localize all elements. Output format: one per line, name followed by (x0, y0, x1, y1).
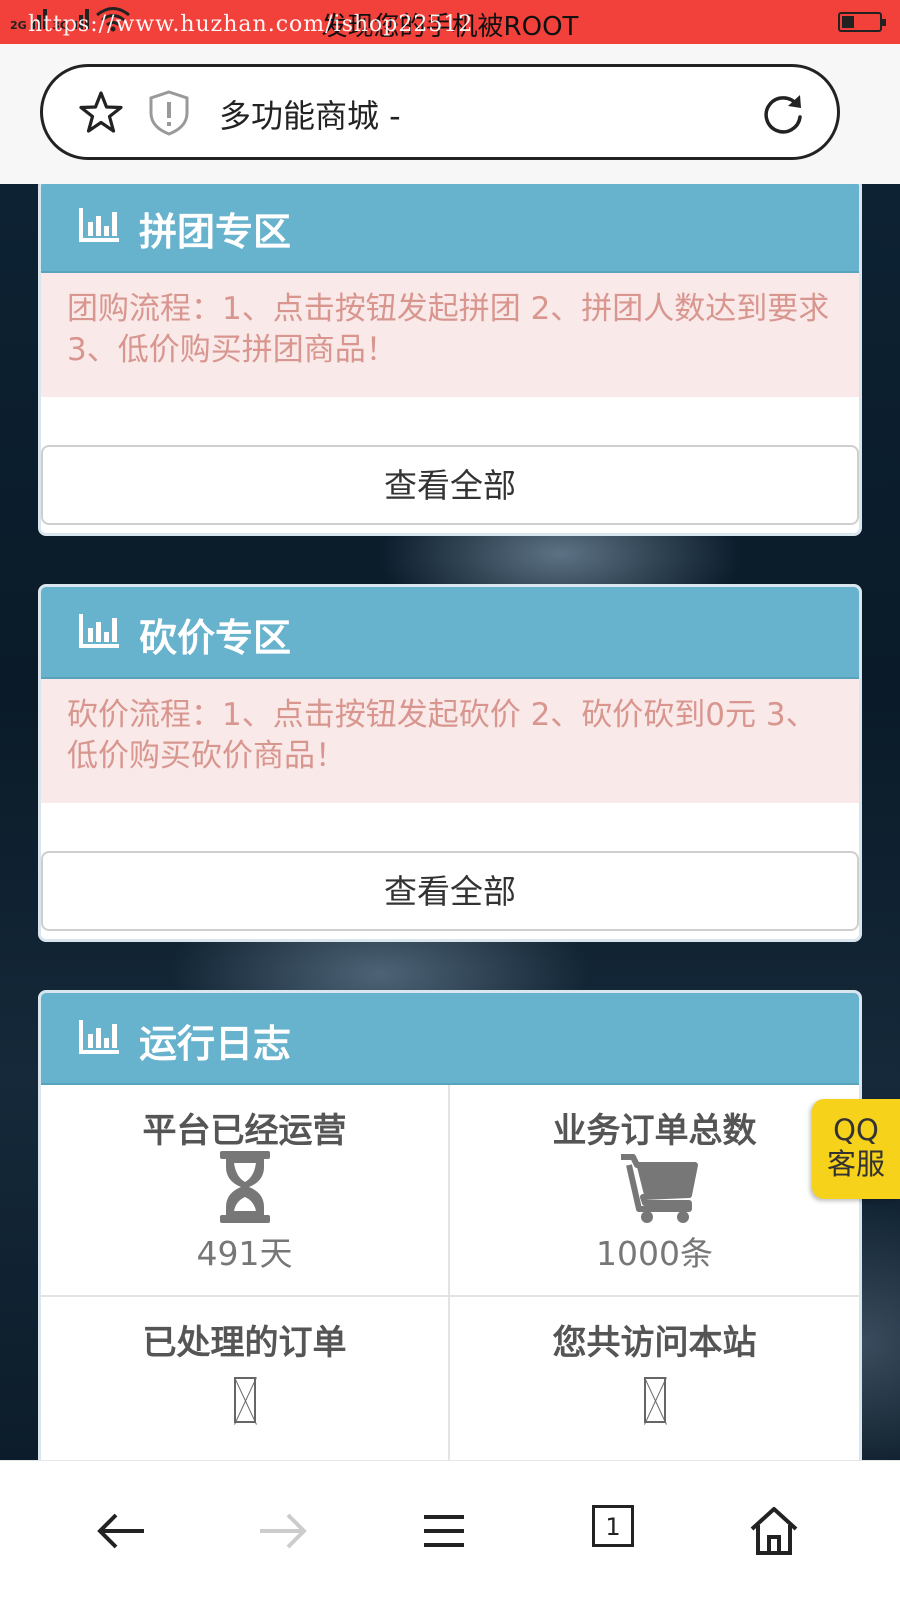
stat-value: 1000条 (596, 1234, 713, 1273)
stat-value: 491天 (196, 1234, 293, 1273)
group-buy-panel: 拼团专区 团购流程：1、点击按钮发起拼团 2、拼团人数达到要求 3、低价购买拼团… (38, 184, 862, 536)
group-buy-notice: 团购流程：1、点击按钮发起拼团 2、拼团人数达到要求 3、低价购买拼团商品！ (41, 273, 859, 397)
view-all-button[interactable]: 查看全部 (41, 851, 859, 931)
stat-total-orders: 业务订单总数 1000条 (450, 1085, 859, 1297)
browser-toolbar: 多功能商城 - (0, 44, 900, 184)
stat-your-visits: 您共访问本站 (450, 1297, 859, 1460)
reload-icon[interactable] (759, 89, 807, 137)
back-arrow-icon[interactable] (92, 1501, 152, 1561)
run-log-panel: 运行日志 平台已经运营 491天 业务订单总数 1000条 已处理的订单 您共访… (38, 990, 862, 1460)
url-text[interactable]: 多功能商城 - (219, 91, 401, 137)
stat-label: 业务订单总数 (552, 1111, 757, 1151)
watermark-text: https://www.huzhan.com/ishop22512 (28, 12, 474, 37)
support-label: 客服 (826, 1147, 885, 1181)
bar-chart-icon (79, 614, 119, 648)
browser-bottom-nav: 1 (0, 1460, 900, 1601)
star-icon[interactable] (77, 89, 125, 137)
bar-chart-icon (79, 208, 119, 242)
panel-title: 砍价专区 (139, 616, 292, 660)
broken-image-icon (233, 1377, 256, 1423)
bargain-notice: 砍价流程：1、点击按钮发起砍价 2、砍价砍到0元 3、低价购买砍价商品！ (41, 679, 859, 803)
shield-icon[interactable] (147, 89, 191, 137)
panel-header: 砍价专区 (41, 587, 859, 679)
panel-header: 拼团专区 (41, 184, 859, 273)
qq-support-button[interactable]: QQ 客服 (812, 1099, 900, 1199)
broken-image-icon (643, 1377, 666, 1423)
bar-chart-icon (79, 1020, 119, 1054)
battery-icon (838, 12, 886, 32)
qq-label: QQ (833, 1113, 879, 1147)
home-icon[interactable] (748, 1501, 808, 1561)
page-content: 拼团专区 团购流程：1、点击按钮发起拼团 2、拼团人数达到要求 3、低价购买拼团… (0, 184, 900, 1460)
cart-icon (620, 1154, 698, 1223)
status-bar: 2G 3G 发现您的手机被ROOT https://www.huzhan.com… (0, 0, 900, 44)
panel-header: 运行日志 (41, 993, 859, 1085)
stat-label: 已处理的订单 (142, 1323, 347, 1363)
panel-title: 运行日志 (139, 1022, 292, 1066)
stat-label: 您共访问本站 (552, 1323, 757, 1363)
panel-title: 拼团专区 (139, 210, 292, 254)
address-bar[interactable]: 多功能商城 - (40, 64, 840, 160)
bargain-panel: 砍价专区 砍价流程：1、点击按钮发起砍价 2、砍价砍到0元 3、低价购买砍价商品… (38, 584, 862, 942)
hourglass-icon (219, 1151, 270, 1223)
forward-arrow-icon[interactable] (252, 1501, 312, 1561)
view-all-button[interactable]: 查看全部 (41, 445, 859, 525)
stat-days-running: 平台已经运营 491天 (41, 1085, 450, 1297)
stat-label: 平台已经运营 (142, 1111, 347, 1151)
tabs-icon[interactable]: 1 (592, 1505, 634, 1547)
stat-processed-orders: 已处理的订单 (41, 1297, 450, 1460)
menu-icon[interactable] (418, 1501, 478, 1561)
stats-grid: 平台已经运营 491天 业务订单总数 1000条 已处理的订单 您共访问本站 (41, 1085, 859, 1460)
